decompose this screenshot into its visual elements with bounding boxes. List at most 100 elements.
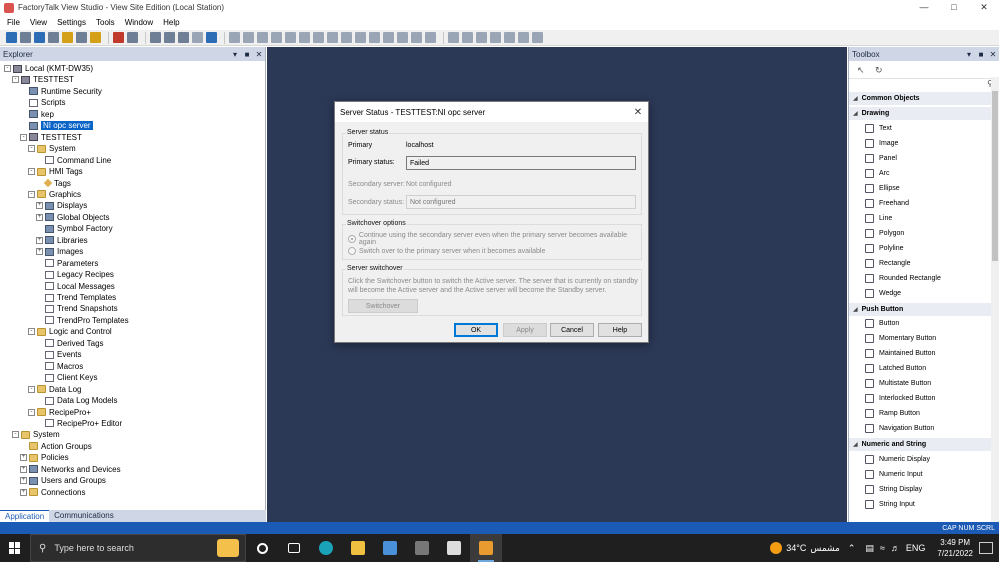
ungroup-icon[interactable] (327, 32, 338, 43)
toolbox-item[interactable]: String Input (865, 498, 915, 510)
tree-item[interactable]: + Global Objects (36, 212, 109, 223)
tree-item[interactable]: - System (12, 429, 60, 440)
tree-item[interactable]: + Displays (36, 200, 87, 211)
toolbox-category[interactable]: ◢ Push Button (849, 302, 991, 316)
toolbox-search-icon[interactable]: ⚲ (849, 79, 999, 91)
pin-icon[interactable]: ▾ (229, 50, 241, 59)
ok-button[interactable]: OK (454, 323, 498, 337)
cancel-button[interactable]: Cancel (550, 323, 594, 337)
expand-icon[interactable]: + (20, 477, 27, 485)
tree-item[interactable]: Derived Tags (36, 338, 104, 349)
tree-item[interactable]: kep (20, 109, 54, 120)
rotate-tool-icon[interactable]: ↻ (875, 65, 885, 75)
check-icon[interactable] (192, 32, 203, 43)
language-indicator[interactable]: ENG (906, 543, 926, 553)
flip-icon[interactable] (411, 32, 422, 43)
paste-icon[interactable] (285, 32, 296, 43)
cortana-icon[interactable] (246, 534, 278, 562)
weather-temp[interactable]: 34°C (786, 543, 806, 553)
toolbox-category[interactable]: ◢ Drawing (849, 107, 991, 120)
dialog-close-icon[interactable]: ✕ (628, 107, 648, 118)
app-icon-blue[interactable] (374, 534, 406, 562)
toolbox-item[interactable]: Numeric Display (865, 453, 930, 465)
display-icon[interactable] (113, 32, 124, 43)
align-icon[interactable] (299, 32, 310, 43)
cut-icon[interactable] (257, 32, 268, 43)
menu-help[interactable]: Help (158, 18, 184, 27)
weather-desc[interactable]: مشمس (810, 543, 840, 554)
toolbox-item[interactable]: Multistate Button (865, 378, 931, 390)
test-icon[interactable] (127, 32, 138, 43)
collapse-icon[interactable]: - (12, 76, 19, 84)
undo-icon[interactable] (369, 32, 380, 43)
menu-window[interactable]: Window (120, 18, 158, 27)
toolbox-close-icon[interactable]: ✕ (987, 50, 999, 59)
toolbox-item[interactable]: Rectangle (865, 257, 911, 269)
tree-item[interactable]: Data Log Models (36, 395, 117, 406)
taskbar-search[interactable]: ⚲ Type here to search (30, 534, 246, 562)
toolbox-item[interactable]: Ramp Button (865, 408, 920, 420)
chevron-up-icon[interactable]: ⌃ (848, 543, 856, 554)
toolbox-item[interactable]: Button (865, 318, 899, 330)
zoom-icon[interactable] (355, 32, 366, 43)
tree-item[interactable]: + Images (36, 246, 83, 257)
tree-item[interactable]: - TESTTEST (12, 74, 74, 85)
network-icon[interactable] (150, 32, 161, 43)
expand-icon[interactable]: + (36, 236, 43, 244)
stop-icon[interactable] (243, 32, 254, 43)
tree-item[interactable]: Events (36, 349, 81, 360)
start-button[interactable] (0, 534, 30, 562)
toolbox-item[interactable]: Text (865, 122, 892, 134)
diagnostics-icon[interactable] (178, 32, 189, 43)
tree-item[interactable]: + Networks and Devices (20, 464, 121, 475)
tree-item[interactable]: Parameters (36, 258, 98, 269)
select-icon[interactable] (341, 32, 352, 43)
weather-icon[interactable] (770, 542, 783, 554)
minimize-button[interactable]: — (909, 2, 939, 13)
edge-icon[interactable] (310, 534, 342, 562)
binoculars-icon[interactable] (164, 32, 175, 43)
tab-communications[interactable]: Communications (49, 510, 119, 522)
toolbox-item[interactable]: String Display (865, 483, 922, 495)
rotate-icon[interactable] (397, 32, 408, 43)
file-explorer-icon[interactable] (342, 534, 374, 562)
network-tray-icon[interactable]: ▤ (865, 543, 874, 554)
menu-view[interactable]: View (25, 18, 52, 27)
collapse-icon[interactable]: - (28, 145, 35, 153)
tab-application[interactable]: Application (0, 510, 50, 522)
toolbox-category[interactable]: ◢ Numeric and String (849, 438, 991, 451)
tree-item[interactable]: - System (28, 143, 76, 154)
tree-item[interactable]: - HMI Tags (28, 166, 83, 177)
toolbox-item[interactable]: Line (865, 212, 892, 224)
menu-tools[interactable]: Tools (91, 18, 120, 27)
align-center-icon[interactable] (462, 32, 473, 43)
switchover-button[interactable]: Switchover (348, 299, 418, 313)
scroll-thumb[interactable] (992, 91, 998, 261)
align-bottom-icon[interactable] (518, 32, 529, 43)
close-window-button[interactable]: ✕ (969, 2, 999, 13)
tree-item[interactable]: - Local (KMT-DW35) (4, 63, 93, 74)
close-panel-icon[interactable]: ✕ (253, 50, 265, 59)
wifi-icon[interactable]: ≈ (880, 543, 885, 553)
toolbox-pin-icon[interactable]: ▾ (963, 50, 975, 59)
tree-item[interactable]: + Libraries (36, 235, 88, 246)
autohide-icon[interactable]: ■ (241, 50, 253, 59)
expand-icon[interactable]: + (36, 202, 43, 210)
menu-file[interactable]: File (2, 18, 25, 27)
tree-item[interactable]: - Graphics (28, 189, 81, 200)
expand-icon[interactable]: + (20, 488, 27, 496)
tree-item[interactable]: TrendPro Templates (36, 315, 129, 326)
tree-item[interactable]: + Policies (20, 452, 69, 463)
tree-item[interactable]: Action Groups (20, 441, 92, 452)
collapse-icon[interactable]: - (28, 328, 35, 336)
task-view-icon[interactable] (278, 534, 310, 562)
toolbox-item[interactable]: Freehand (865, 197, 909, 209)
apply-button[interactable]: Apply (503, 323, 547, 337)
tree-item[interactable]: Trend Templates (36, 292, 116, 303)
print-icon[interactable] (48, 32, 59, 43)
toolbox-item[interactable]: Navigation Button (865, 423, 934, 435)
group-icon[interactable] (313, 32, 324, 43)
pointer-icon[interactable]: ↖ (857, 65, 867, 75)
volume-icon[interactable]: ♬ (891, 543, 900, 553)
toolbox-item[interactable]: Arc (865, 167, 890, 179)
